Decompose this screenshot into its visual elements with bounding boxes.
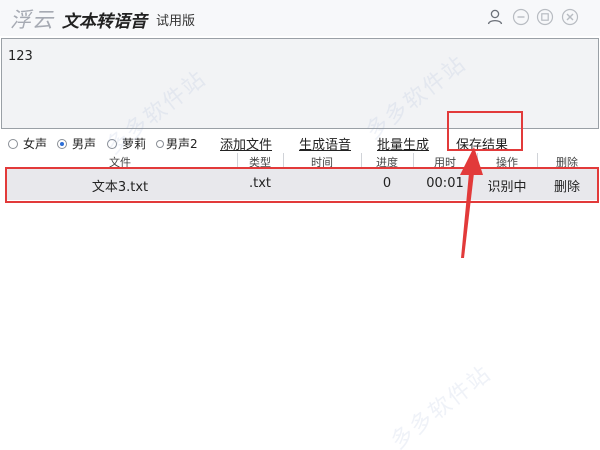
voice-radio-male[interactable]: 男声	[57, 135, 96, 152]
title-bar: 浮云 文本转语音 试用版	[0, 0, 600, 36]
maximize-icon[interactable]	[536, 8, 554, 26]
radio-male-icon	[57, 138, 67, 149]
voice-label: 女声	[23, 137, 48, 151]
column-header-time[interactable]: 时间	[284, 154, 360, 167]
voice-label: 男声	[72, 137, 97, 151]
radio-male2-icon	[156, 139, 164, 148]
watermark: 多多软件站	[386, 361, 497, 450]
radio-female-icon	[8, 138, 18, 149]
text-input-value: 123	[8, 49, 33, 64]
app-logo: 浮云	[10, 8, 54, 32]
column-header-type[interactable]: 类型	[238, 154, 282, 167]
voice-radio-male2[interactable]: 男声2	[156, 135, 198, 152]
app-title: 文本转语音	[62, 12, 147, 32]
table-row[interactable]: 文本3.txt .txt 0 00:01 识别中 删除	[6, 168, 598, 200]
voice-radio-female[interactable]: 女声	[8, 135, 47, 152]
add-file-button[interactable]: 添加文件	[220, 134, 272, 153]
text-input-area[interactable]: 123	[1, 38, 599, 129]
row-delete-button[interactable]: 删除	[538, 176, 596, 195]
generate-speech-button[interactable]: 生成语音	[299, 134, 351, 153]
row-file-type: .txt	[248, 176, 272, 191]
user-icon[interactable]	[486, 8, 504, 26]
annotation-arrow-icon	[460, 147, 483, 258]
column-header-delete[interactable]: 删除	[538, 154, 596, 167]
row-progress: 0	[382, 176, 392, 191]
column-header-progress[interactable]: 进度	[362, 154, 412, 167]
voice-label: 男声2	[166, 137, 198, 151]
table-header: 文件 类型 时间 进度 用时 操作 删除	[0, 153, 600, 167]
minimize-icon[interactable]	[512, 8, 530, 26]
row-file-name: 文本3.txt	[91, 180, 149, 195]
edition-label: 试用版	[156, 14, 196, 29]
close-icon[interactable]	[561, 8, 579, 26]
toolbar: 女声 男声 萝莉 男声2 添加文件 生成语音 批量生成 保存结果	[0, 131, 600, 153]
